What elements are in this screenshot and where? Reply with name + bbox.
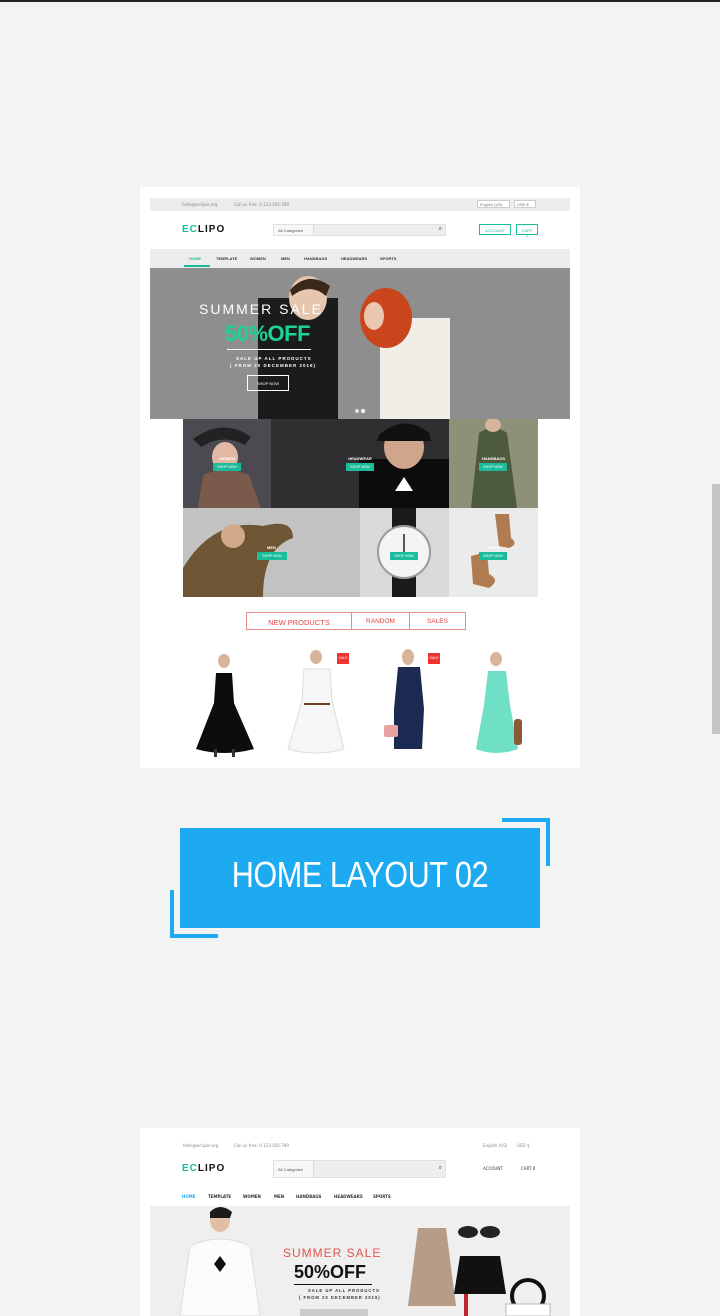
category-tile-women[interactable]: WOMEN SHOP NOW [183,419,271,508]
nav-active-indicator [184,265,210,267]
sale-badge: SALE [337,653,349,664]
product-card[interactable] [466,645,536,760]
account-button[interactable]: ACCOUNT [483,1166,503,1171]
nav-headwears[interactable]: HEADWEARS [341,256,367,261]
nav-sports[interactable]: SPORTS [380,256,396,261]
page-scrollbar[interactable] [712,484,720,734]
tile-label: SHOE [487,545,500,550]
hero-slider[interactable]: SUMMER SALE 50%OFF SALE UP ALL PRODUCTS … [150,1206,570,1316]
tile-shop-button[interactable]: SHOP NOW [479,463,507,471]
hero-shop-now-button[interactable]: SHOP NOW [247,375,289,391]
category-tile-headwear[interactable]: HEADWEAR SHOP NOW [271,419,449,508]
tab-new-products[interactable]: NEW PRODUCTS [246,612,352,630]
hero-subtitle: SALE UP ALL PRODUCTS [308,1288,380,1293]
hero-date: ( FROM 20 DECEMBER 2016) [230,363,317,368]
topbar-email: hello@eclipse.org [183,1143,219,1148]
category-tile-men[interactable]: MEN SHOP NOW [183,508,360,597]
logo-text: LIPO [197,224,226,235]
category-tile-shoe[interactable]: SHOE SHOP NOW [449,508,538,597]
category-select[interactable]: All Categories [274,1161,314,1177]
logo-mark: EC [182,224,198,235]
nav-men[interactable]: MEN [281,256,290,261]
hero-subtitle: SALE UP ALL PRODUCTS [236,356,312,361]
tile-label: WOMEN [219,456,235,461]
nav-handbags[interactable]: HANDBAGS [296,1194,321,1199]
tile-label: HEADWEAR [348,456,372,461]
nav-women[interactable]: WOMEN [243,1194,261,1199]
main-nav: HOME TEMPLATE WOMEN MEN HANDBAGS HEADWEA… [150,249,570,268]
preview-topbar: hello@eclipse.org Call us free: 0-123-45… [150,198,570,211]
nav-handbags[interactable]: HANDBAGS [304,256,327,261]
category-tile-watches[interactable]: SHOP NOW [360,508,449,597]
topbar-email: hello@eclipse.org [182,202,218,207]
hero-shop-now-button[interactable] [300,1309,368,1316]
nav-template[interactable]: TEMPLATE [208,1194,231,1199]
topbar-phone: Call us free: 0-123-456-789 [234,202,289,207]
hero-title: SUMMER SALE [283,1246,382,1260]
language-select[interactable]: English (US) [483,1143,507,1148]
logo-mark: EC [182,1163,198,1174]
language-select[interactable]: English (US) [477,200,510,208]
nav-headwears[interactable]: HEADWEARS [334,1194,363,1199]
search-icon[interactable]: ⌕ [439,1165,442,1172]
logo[interactable]: ECLIPO [182,224,225,235]
logo[interactable]: ECLIPO [182,1163,225,1174]
nav-men[interactable]: MEN [274,1194,284,1199]
window-top-border [0,0,720,2]
title-corner-decoration [170,934,218,938]
nav-home[interactable]: HOME [189,256,201,261]
search-bar[interactable]: All Categories ⌕ [273,1160,446,1178]
hero-discount: 50%OFF [294,1262,367,1282]
tile-shop-button[interactable]: SHOP NOW [390,552,418,560]
title-corner-decoration [170,890,174,938]
nav-sports[interactable]: SPORTS [373,1194,391,1199]
product-image [476,652,522,753]
tab-sales[interactable]: SALES [409,612,466,630]
sale-badge: SALE [428,653,440,664]
tab-random[interactable]: RANDOM [351,612,410,630]
title-corner-decoration [546,818,550,866]
hero-discount: 50%OFF [225,321,311,346]
nav-women[interactable]: WOMEN [250,256,266,261]
main-nav: HOME TEMPLATE WOMEN MEN HANDBAGS HEADWEA… [150,1188,570,1202]
cart-button[interactable]: CART 0 [521,1166,535,1171]
currency-select[interactable]: USD $ [514,200,536,208]
layout-title-text: HOME LAYOUT 02 [231,854,489,895]
tile-shop-button[interactable]: SHOP NOW [346,463,374,471]
tile-shop-button[interactable]: SHOP NOW [257,552,287,560]
product-card[interactable]: SALE [278,645,349,760]
nav-template[interactable]: TEMPLATE [216,256,237,261]
hero-models-illustration [258,276,450,419]
title-corner-decoration [502,818,550,822]
slider-dot-active[interactable] [361,409,365,413]
logo-text: LIPO [197,1163,226,1174]
home-layout-02-title: HOME LAYOUT 02 [180,828,540,928]
product-card[interactable] [184,645,254,760]
search-icon[interactable]: ⌕ [439,226,442,233]
hero-divider [294,1284,372,1285]
product-image [196,654,254,757]
hero-slider[interactable]: SUMMER SALE 50%OFF SALE UP ALL PRODUCTS … [150,268,570,419]
search-bar[interactable]: All Categories ⌕ [273,224,446,236]
hero-title: SUMMER SALE [199,301,323,317]
tile-label: MEN [267,545,276,550]
hero-divider [227,349,311,350]
tile-shop-button[interactable]: SHOP NOW [213,463,241,471]
nav-home[interactable]: HOME [182,1194,195,1199]
product-card[interactable]: SALE [372,645,442,760]
currency-select[interactable]: USD $ [517,1143,529,1148]
topbar-phone: Call us free: 0-123-456-789 [234,1143,289,1148]
home-layout-02-preview[interactable]: hello@eclipse.org Call us free: 0-123-45… [140,1128,580,1316]
hero-date: ( FROM 20 DECEMBER 2016) [299,1295,381,1300]
tile-label: HANDBAGS [481,456,506,461]
cart-button[interactable]: CART 0 [516,224,538,238]
category-select[interactable]: All Categories [274,225,314,235]
category-tile-handbags[interactable]: HANDBAGS SHOP NOW [449,419,538,508]
slider-dot[interactable] [355,409,359,413]
account-button[interactable]: ACCOUNT [479,224,511,235]
home-layout-01-preview[interactable]: hello@eclipse.org Call us free: 0-123-45… [140,187,580,768]
tile-shop-button[interactable]: SHOP NOW [479,552,507,560]
